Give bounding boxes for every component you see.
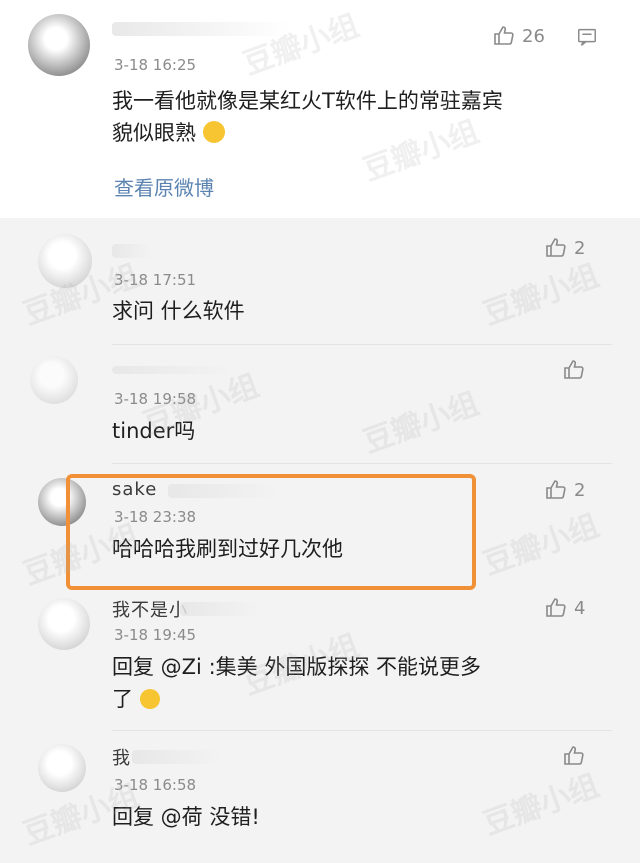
- thumbs-up-icon: [546, 480, 566, 499]
- like-button[interactable]: 2: [544, 236, 585, 260]
- comment-text-line1: 我一看他就像是某红火T软件上的常驻嘉宾: [112, 89, 503, 113]
- comment-menu-icon[interactable]: [576, 26, 598, 48]
- reply-username: 我: [112, 748, 131, 769]
- avatar[interactable]: [30, 356, 78, 404]
- reply-time: 3-18 17:51: [114, 271, 197, 289]
- like-button[interactable]: [562, 358, 592, 382]
- reply-text-line1: 回复 @Zi :集美 外国版探探 不能说更多: [112, 655, 481, 679]
- avatar[interactable]: [38, 598, 90, 650]
- reply-text: 回复 @荷 没错!: [112, 805, 260, 829]
- redacted-username: [132, 750, 222, 764]
- like-button[interactable]: [562, 744, 592, 768]
- like-count: 2: [574, 479, 586, 501]
- reply-time: 3-18 19:45: [114, 626, 197, 644]
- reply-text-line2: 了: [112, 682, 160, 716]
- view-original-weibo-link[interactable]: 查看原微博: [114, 172, 214, 201]
- like-button[interactable]: 26: [492, 24, 545, 48]
- divider: [112, 730, 612, 731]
- comment-text-line2-content: 貌似眼熟: [112, 121, 196, 145]
- divider: [112, 463, 612, 464]
- comment-time: 3-18 16:25: [114, 56, 197, 74]
- redacted-username: [180, 602, 260, 616]
- reply-text-line2-content: 了: [112, 687, 133, 711]
- redacted-username: [112, 244, 152, 258]
- like-button[interactable]: 2: [544, 478, 585, 502]
- like-count: 2: [574, 237, 586, 259]
- reply-text: tinder吗: [112, 419, 196, 443]
- thumbs-up-icon: [494, 26, 514, 45]
- highlight-box: [66, 474, 476, 590]
- comment-text-line2: 貌似眼熟: [112, 116, 225, 150]
- reply-text: 求问 什么软件: [112, 299, 245, 323]
- like-count: 26: [522, 25, 545, 47]
- avatar[interactable]: [38, 744, 86, 792]
- thumbs-up-icon: [546, 238, 566, 257]
- thumbs-up-icon: [564, 746, 584, 765]
- reply-time: 3-18 19:58: [114, 390, 197, 408]
- redacted-username: [112, 366, 232, 374]
- laugh-emoji-icon: [202, 121, 225, 143]
- reply-username: 我不是小: [112, 600, 188, 621]
- redacted-username: [112, 22, 292, 36]
- thumbs-up-icon: [564, 360, 584, 379]
- divider: [112, 344, 612, 345]
- laugh-emoji-icon: [139, 689, 160, 709]
- avatar[interactable]: [38, 234, 92, 288]
- main-comment: 3-18 16:25 我一看他就像是某红火T软件上的常驻嘉宾 貌似眼熟 查看原微…: [0, 0, 640, 218]
- avatar[interactable]: [28, 14, 90, 76]
- thumbs-up-icon: [546, 598, 566, 617]
- like-button[interactable]: 4: [544, 596, 585, 620]
- like-count: 4: [574, 597, 586, 619]
- reply-time: 3-18 16:58: [114, 776, 197, 794]
